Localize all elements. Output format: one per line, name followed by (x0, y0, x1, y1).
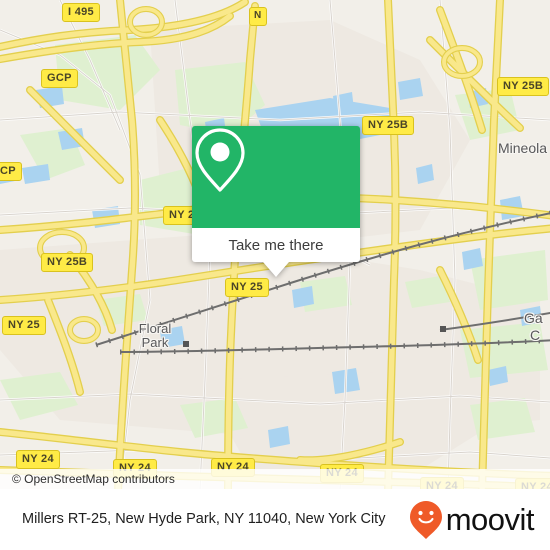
map-canvas[interactable]: I 495 N GCP NY 25B NY 25B CP NY 25B NY 25B NY 25… (0, 0, 550, 489)
road-shield: NY 25B (41, 253, 94, 272)
popup-tail (263, 262, 289, 277)
location-title: Millers RT-25, New Hyde Park, NY 11040, … (22, 511, 386, 527)
road-shield: NY 25B (362, 116, 415, 135)
location-popup[interactable]: Take me there (192, 126, 360, 277)
road-shield: GCP (41, 69, 78, 88)
popup-header (192, 126, 360, 228)
take-me-there-label: Take me there (228, 236, 324, 254)
road-shield: NY 25 (225, 278, 269, 297)
map-screenshot: I 495 N GCP NY 25B NY 25B CP NY 25B NY 25B NY 25… (0, 0, 550, 550)
moovit-wordmark: moovit (445, 502, 535, 537)
road-shield: NY 25B (497, 77, 550, 96)
osm-attribution[interactable]: © OpenStreetMap contributors (0, 469, 550, 489)
moovit-pin-smile-icon (409, 500, 442, 539)
footer-bar: Millers RT-25, New Hyde Park, NY 11040, … (0, 489, 550, 550)
map-pin-icon (195, 128, 245, 192)
road-shield: NY 25 (2, 316, 46, 335)
road-shield: NY 24 (16, 450, 60, 469)
road-shield: N (249, 7, 267, 26)
road-shield: CP (0, 162, 22, 181)
moovit-brand[interactable]: moovit (409, 500, 550, 540)
popup-footer[interactable]: Take me there (192, 228, 360, 277)
road-shield: I 495 (62, 3, 100, 22)
